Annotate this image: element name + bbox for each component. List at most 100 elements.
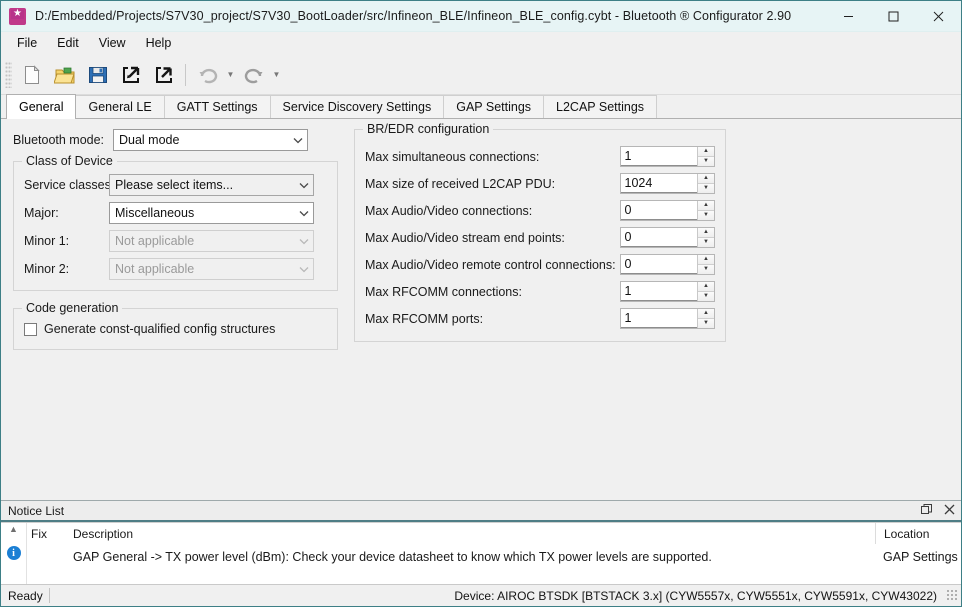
toolbar-grip[interactable] xyxy=(5,61,12,88)
max-rfcomm-ports-value[interactable]: 1 xyxy=(620,309,697,328)
service-classes-select[interactable]: Please select items... xyxy=(109,174,314,196)
stepper-down-icon[interactable]: ▼ xyxy=(698,264,714,274)
stepper-down-icon[interactable]: ▼ xyxy=(698,183,714,193)
right-column: BR/EDR configuration Max simultaneous co… xyxy=(354,122,726,342)
chevron-down-icon xyxy=(295,238,313,245)
max-av-stream-end-points-label: Max Audio/Video stream end points: xyxy=(365,230,565,245)
tab-gap-settings[interactable]: GAP Settings xyxy=(443,95,545,118)
maximize-icon[interactable] xyxy=(871,1,916,32)
stepper-buttons[interactable]: ▲ ▼ xyxy=(697,282,714,301)
stepper-buttons[interactable]: ▲ ▼ xyxy=(697,174,714,193)
tab-general-le[interactable]: General LE xyxy=(75,95,165,118)
stepper-up-icon[interactable]: ▲ xyxy=(698,228,714,238)
max-av-remote-control-connections-label: Max Audio/Video remote control connectio… xyxy=(365,257,616,272)
max-simultaneous-connections-value[interactable]: 1 xyxy=(620,147,697,166)
max-l2cap-pdu-stepper[interactable]: 1024 ▲ ▼ xyxy=(619,173,715,194)
stepper-up-icon[interactable]: ▲ xyxy=(698,309,714,319)
chevron-up-icon[interactable]: ▲ xyxy=(9,524,18,534)
max-simultaneous-connections-stepper[interactable]: 1 ▲ ▼ xyxy=(619,146,715,167)
minimize-icon[interactable] xyxy=(826,1,871,32)
max-rfcomm-ports-row: Max RFCOMM ports: 1 ▲ ▼ xyxy=(365,308,715,329)
max-av-remote-control-connections-value[interactable]: 0 xyxy=(620,255,697,274)
max-l2cap-pdu-value[interactable]: 1024 xyxy=(620,174,697,193)
minor1-label: Minor 1: xyxy=(24,234,70,248)
notice-list-header: Notice List xyxy=(1,501,961,522)
tab-general[interactable]: General xyxy=(6,94,77,119)
menu-bar: File Edit View Help xyxy=(1,32,961,55)
table-row[interactable]: GAP General -> TX power level (dBm): Che… xyxy=(27,544,961,570)
stepper-up-icon[interactable]: ▲ xyxy=(698,255,714,265)
code-generation-title: Code generation xyxy=(22,301,123,315)
stepper-up-icon[interactable]: ▲ xyxy=(698,174,714,184)
max-av-connections-value[interactable]: 0 xyxy=(620,201,697,220)
max-av-remote-control-connections-stepper[interactable]: 0 ▲ ▼ xyxy=(619,254,715,275)
stepper-down-icon[interactable]: ▼ xyxy=(698,237,714,247)
major-row: Major: Miscellaneous xyxy=(24,202,327,224)
stepper-up-icon[interactable]: ▲ xyxy=(698,201,714,211)
service-classes-row: Service classes: Please select items... xyxy=(24,174,327,196)
service-classes-value: Please select items... xyxy=(115,178,234,192)
chevron-down-icon xyxy=(295,210,313,217)
toolbar: ▼ ▼ xyxy=(1,55,961,95)
minor1-row: Minor 1: Not applicable xyxy=(24,230,327,252)
max-l2cap-pdu-row: Max size of received L2CAP PDU: 1024 ▲ ▼ xyxy=(365,173,715,194)
max-rfcomm-ports-stepper[interactable]: 1 ▲ ▼ xyxy=(619,308,715,329)
major-label: Major: xyxy=(24,206,59,220)
row-description-cell: GAP General -> TX power level (dBm): Che… xyxy=(73,550,712,564)
export-icon[interactable] xyxy=(148,59,179,90)
max-rfcomm-connections-stepper[interactable]: 1 ▲ ▼ xyxy=(619,281,715,302)
stepper-up-icon[interactable]: ▲ xyxy=(698,147,714,157)
close-icon[interactable] xyxy=(944,504,955,518)
import-icon[interactable] xyxy=(115,59,146,90)
stepper-down-icon[interactable]: ▼ xyxy=(698,210,714,220)
title-bar: ★ D:/Embedded/Projects/S7V30_project/S7V… xyxy=(1,1,961,32)
new-file-icon[interactable] xyxy=(16,59,47,90)
status-bar: Ready Device: AIROC BTSDK [BTSTACK 3.x] … xyxy=(1,584,961,606)
max-av-connections-stepper[interactable]: 0 ▲ ▼ xyxy=(619,200,715,221)
max-av-stream-end-points-stepper[interactable]: 0 ▲ ▼ xyxy=(619,227,715,248)
max-av-stream-end-points-value[interactable]: 0 xyxy=(620,228,697,247)
tab-l2cap-settings[interactable]: L2CAP Settings xyxy=(543,95,658,118)
generate-const-config-checkbox[interactable] xyxy=(24,322,37,336)
max-av-connections-row: Max Audio/Video connections: 0 ▲ ▼ xyxy=(365,200,715,221)
minor2-select: Not applicable xyxy=(109,258,314,280)
menu-item-edit[interactable]: Edit xyxy=(47,33,89,54)
max-av-remote-control-connections-row: Max Audio/Video remote control connectio… xyxy=(365,254,715,275)
close-icon[interactable] xyxy=(916,1,961,32)
stepper-down-icon[interactable]: ▼ xyxy=(698,156,714,166)
tab-service-discovery-settings[interactable]: Service Discovery Settings xyxy=(269,95,445,118)
stepper-buttons[interactable]: ▲ ▼ xyxy=(697,309,714,328)
stepper-buttons[interactable]: ▲ ▼ xyxy=(697,147,714,166)
minor2-label: Minor 2: xyxy=(24,262,70,276)
menu-item-file[interactable]: File xyxy=(7,33,47,54)
notice-list-column-headers: Fix Description Location xyxy=(27,523,961,544)
save-icon[interactable] xyxy=(82,59,113,90)
class-of-device-title: Class of Device xyxy=(22,154,117,168)
info-icon: i xyxy=(6,546,21,560)
bluetooth-configurator-icon: ★ xyxy=(9,7,26,25)
bredr-configuration-title: BR/EDR configuration xyxy=(363,122,494,136)
bluetooth-mode-select[interactable]: Dual mode xyxy=(113,129,308,151)
minor1-value: Not applicable xyxy=(115,234,195,248)
stepper-buttons[interactable]: ▲ ▼ xyxy=(697,228,714,247)
menu-item-help[interactable]: Help xyxy=(136,33,182,54)
menu-item-view[interactable]: View xyxy=(89,33,136,54)
column-header-description[interactable]: Description xyxy=(59,527,875,541)
column-header-fix[interactable]: Fix xyxy=(27,527,59,541)
major-select[interactable]: Miscellaneous xyxy=(109,202,314,224)
open-folder-icon[interactable] xyxy=(49,59,80,90)
resize-grip[interactable] xyxy=(945,589,957,602)
stepper-buttons[interactable]: ▲ ▼ xyxy=(697,201,714,220)
status-ready-text: Ready xyxy=(8,588,43,603)
stepper-up-icon[interactable]: ▲ xyxy=(698,282,714,292)
service-classes-label: Service classes: xyxy=(24,178,115,192)
stepper-buttons[interactable]: ▲ ▼ xyxy=(697,255,714,274)
float-window-icon[interactable] xyxy=(921,503,932,518)
max-rfcomm-connections-value[interactable]: 1 xyxy=(620,282,697,301)
stepper-down-icon[interactable]: ▼ xyxy=(698,291,714,301)
tab-gatt-settings[interactable]: GATT Settings xyxy=(163,95,271,118)
redo-icon xyxy=(238,59,269,90)
stepper-down-icon[interactable]: ▼ xyxy=(698,318,714,328)
column-header-location[interactable]: Location xyxy=(875,523,961,544)
generate-const-config-row[interactable]: Generate const-qualified config structur… xyxy=(24,322,327,336)
